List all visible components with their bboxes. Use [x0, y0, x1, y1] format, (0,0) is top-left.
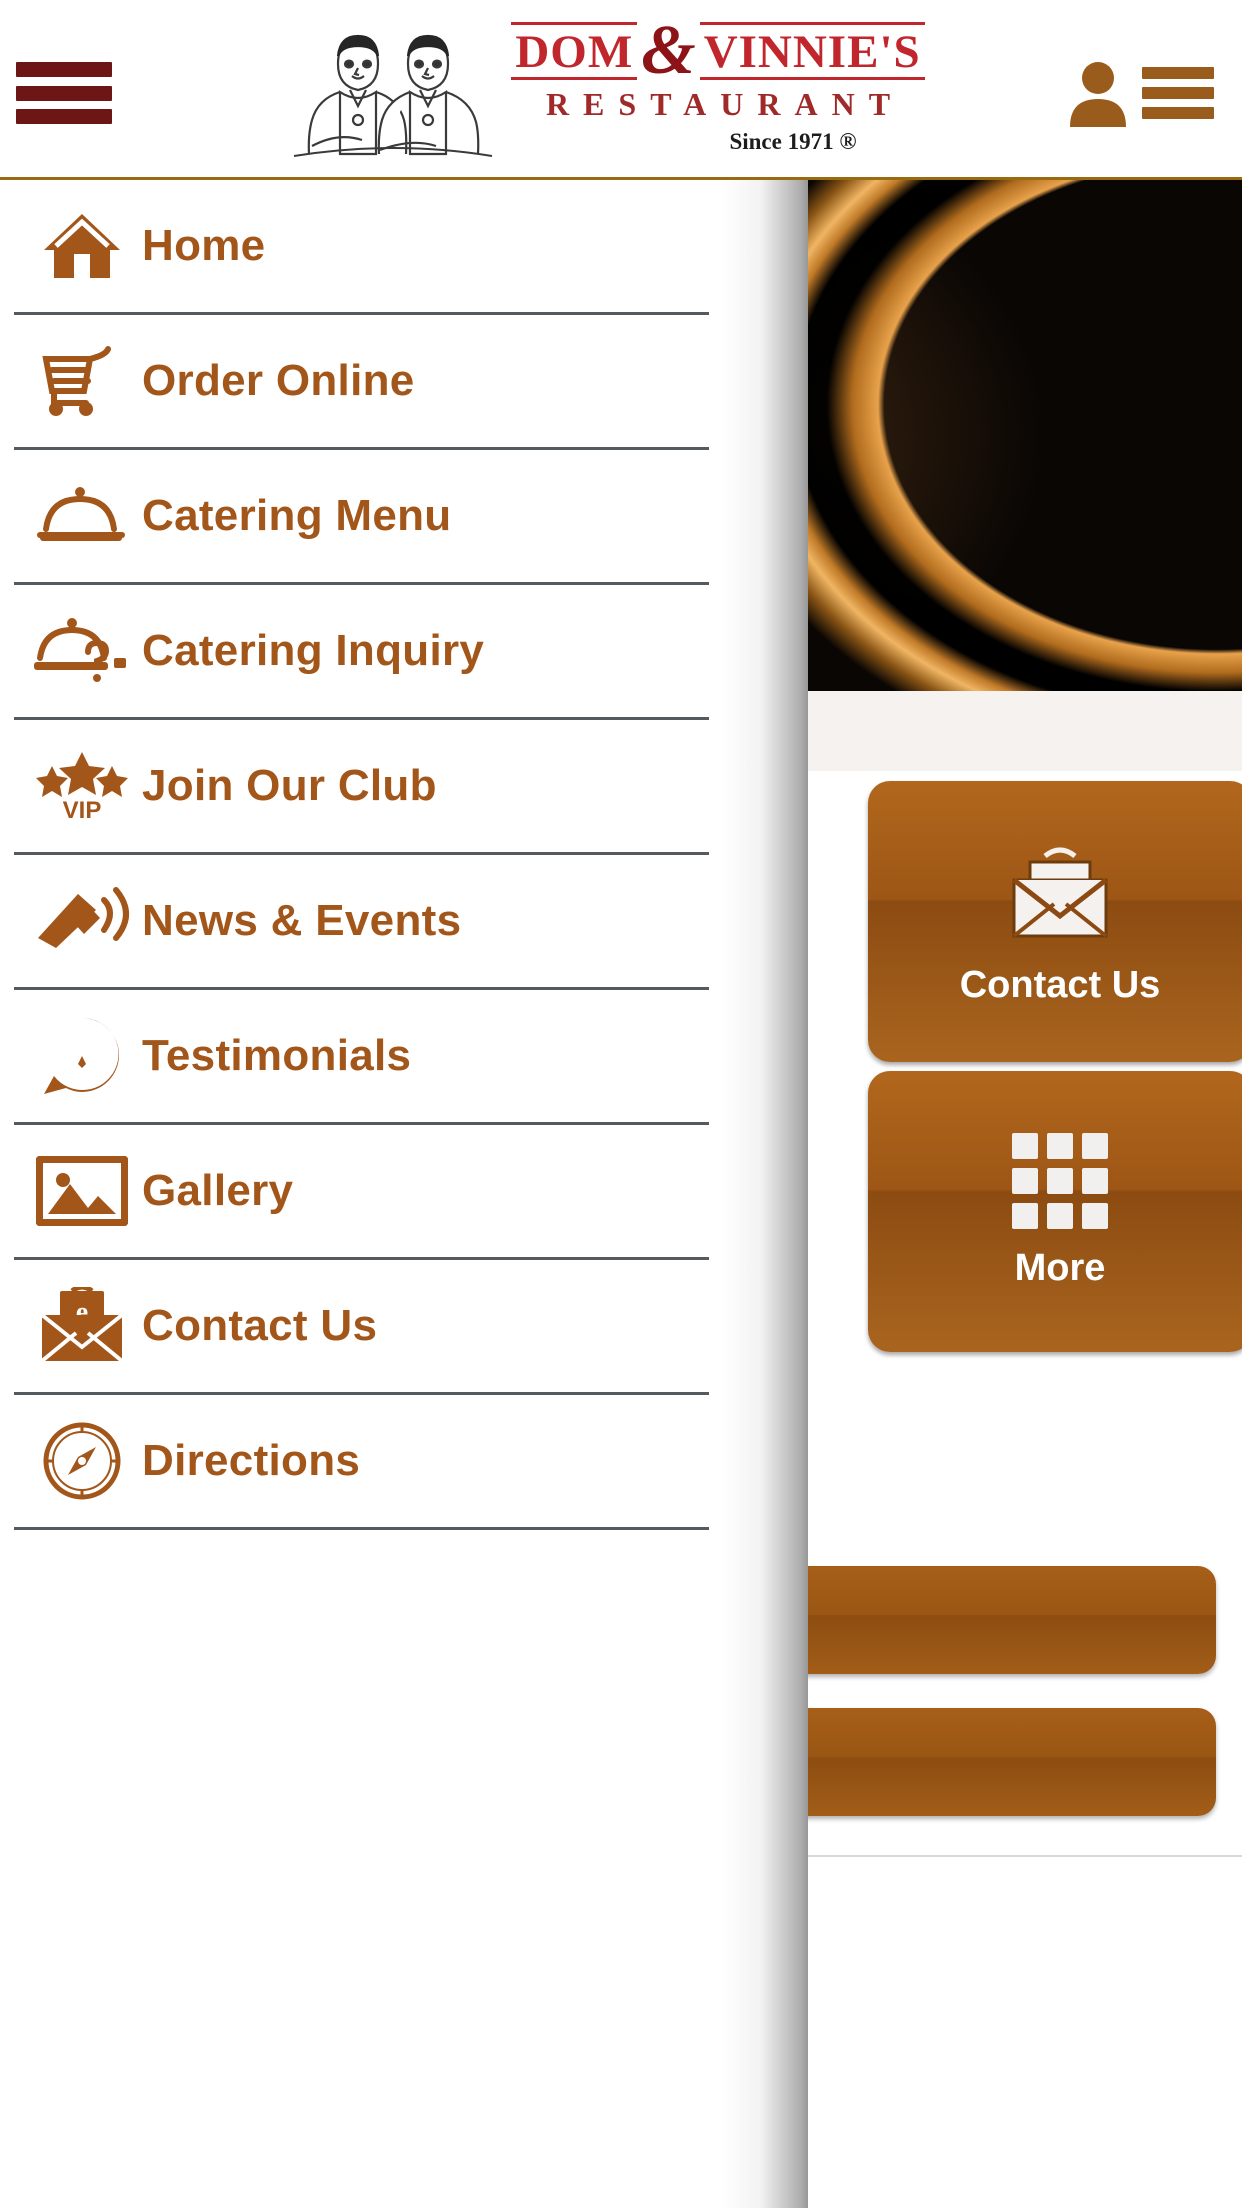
home-icon	[30, 205, 134, 287]
cloche-question-icon	[30, 610, 134, 692]
logo-ampersand: &	[641, 12, 696, 89]
drawer-menu-list: Home Order Online Catering Menu Catering…	[0, 180, 723, 1530]
drawer-item-label: Catering Inquiry	[142, 626, 485, 675]
drawer-item-catering-inquiry[interactable]: Catering Inquiry	[14, 585, 709, 720]
drawer-item-label: Gallery	[142, 1166, 294, 1215]
logo-name-part2: VINNIE'S	[699, 22, 925, 80]
drawer-item-contact-us[interactable]: e Contact Us	[14, 1260, 709, 1395]
hamburger-icon[interactable]	[1142, 67, 1214, 119]
logo-subtitle: RESTAURANT	[545, 86, 905, 122]
hamburger-bar	[1142, 107, 1214, 119]
drawer-item-label: Catering Menu	[142, 491, 452, 540]
vip-stars-icon: VIP	[30, 745, 134, 827]
drawer-item-testimonials[interactable]: Testimonials	[14, 990, 709, 1125]
logo-name-part1: DOM	[511, 22, 638, 80]
envelope-e-icon: e	[1000, 836, 1120, 946]
app-header: DOM & VINNIE'S RESTAURANT Since 1971 ®	[0, 0, 1242, 180]
logo-title-row: DOM & VINNIE'S	[511, 12, 925, 89]
drawer-item-label: Testimonials	[142, 1031, 412, 1080]
drawer-item-label: Order Online	[142, 356, 415, 405]
svg-text:VIP: VIP	[63, 797, 102, 822]
drawer-item-label: Contact Us	[142, 1301, 378, 1350]
account-person-icon[interactable]	[1066, 59, 1130, 127]
header-right-group	[1066, 55, 1214, 131]
hamburger-bar	[16, 62, 112, 77]
image-icon	[30, 1150, 134, 1232]
drawer-item-label: News & Events	[142, 896, 462, 945]
drawer-item-label: Directions	[142, 1436, 361, 1485]
drawer-item-catering-menu[interactable]: Catering Menu	[14, 450, 709, 585]
tile-more[interactable]: More	[868, 1071, 1242, 1352]
drawer-item-home[interactable]: Home	[14, 180, 709, 315]
logo-tagline: Since 1971 ®	[729, 129, 857, 154]
hamburger-icon[interactable]	[16, 62, 112, 124]
two-men-illustration	[280, 24, 505, 159]
envelope-e-icon: e	[30, 1285, 134, 1367]
megaphone-icon	[30, 880, 134, 962]
restaurant-logo[interactable]: DOM & VINNIE'S RESTAURANT Since 1971 ®	[270, 14, 930, 166]
cloche-icon	[30, 475, 134, 557]
app-screen: DOM & VINNIE'S RESTAURANT Since 1971 ® C…	[0, 0, 1242, 2208]
drawer-item-label: Join Our Club	[142, 761, 437, 810]
hamburger-bar	[16, 109, 112, 124]
hamburger-bar	[1142, 87, 1214, 99]
navigation-drawer: Home Order Online Catering Menu Catering…	[0, 180, 808, 2208]
hamburger-bar	[1142, 67, 1214, 79]
tile-label: More	[1014, 1247, 1106, 1289]
hamburger-bar	[16, 85, 112, 101]
drawer-item-news-events[interactable]: News & Events	[14, 855, 709, 990]
logo-wordmark: DOM & VINNIE'S RESTAURANT Since 1971 ®	[511, 12, 925, 165]
drawer-item-directions[interactable]: Directions	[14, 1395, 709, 1530]
shopping-cart-icon	[30, 340, 134, 422]
compass-icon	[30, 1420, 134, 1502]
tile-label: Contact Us	[959, 964, 1161, 1006]
drawer-edge-shadow	[722, 180, 808, 2208]
testimonial-chat-icon	[30, 1015, 134, 1097]
grid-9-icon	[1012, 1133, 1108, 1229]
drawer-item-join-our-club[interactable]: VIP Join Our Club	[14, 720, 709, 855]
drawer-item-order-online[interactable]: Order Online	[14, 315, 709, 450]
tile-contact-us[interactable]: e Contact Us	[868, 781, 1242, 1062]
drawer-item-gallery[interactable]: Gallery	[14, 1125, 709, 1260]
drawer-item-label: Home	[142, 221, 266, 270]
